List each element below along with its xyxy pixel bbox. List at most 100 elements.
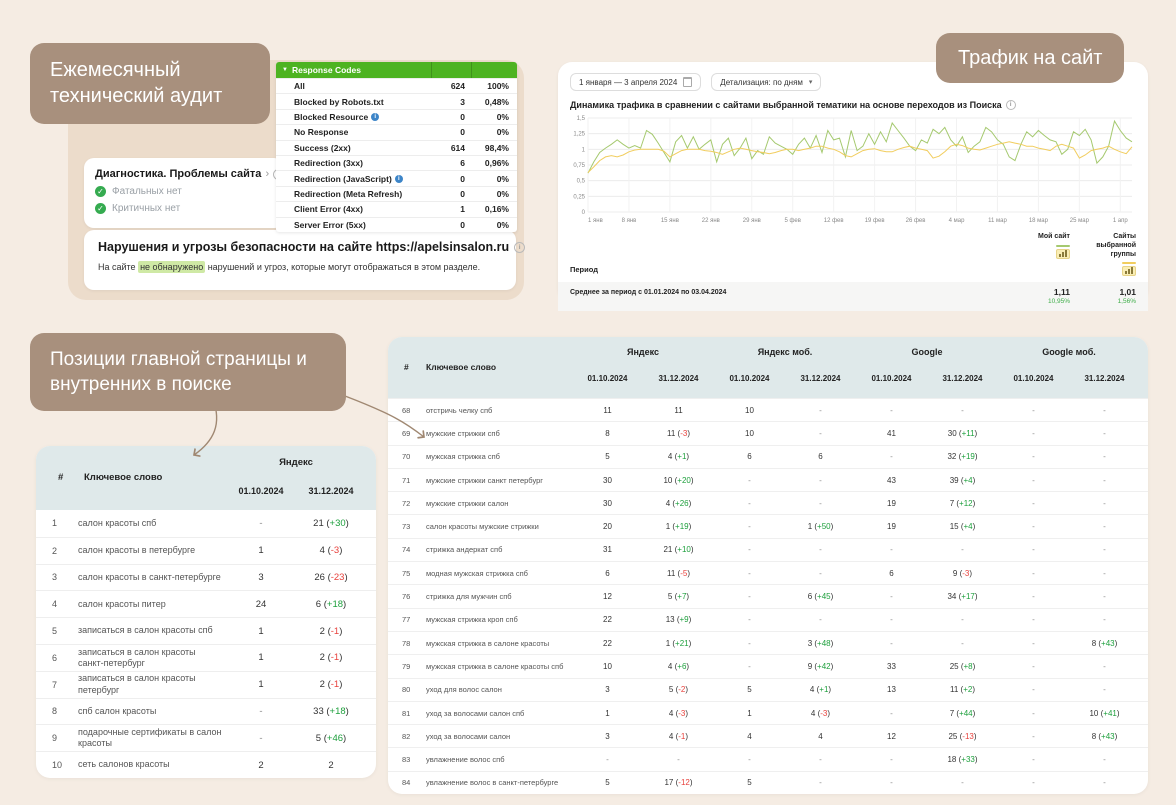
svg-text:5 фев: 5 фев — [784, 218, 800, 224]
position-value: 1 (+50) — [807, 522, 834, 532]
position-value: 6 — [889, 568, 894, 578]
position-value: 11 — [603, 405, 612, 415]
position-value: 11 (-3) — [667, 428, 690, 438]
row-number: 78 — [402, 638, 411, 648]
position-value: - — [1032, 475, 1035, 485]
svg-text:1: 1 — [582, 147, 586, 153]
position-value: - — [890, 755, 893, 765]
keyword: салон красоты в петербурге — [78, 545, 196, 556]
position-value: - — [819, 498, 822, 508]
diagnostic-item: ✓ Критичных нет — [95, 203, 273, 214]
svg-text:1,25: 1,25 — [573, 132, 585, 138]
position-value: - — [1032, 428, 1035, 438]
group-legend-icon[interactable] — [1122, 262, 1136, 277]
position-value: 21 (+30) — [313, 517, 349, 529]
keyword: мужская стрижка в салоне красоты — [426, 638, 550, 648]
group-average: 1,01 1,56% — [1080, 287, 1136, 305]
keyword: мужские стрижки салон — [426, 498, 509, 508]
position-value: 41 — [887, 428, 896, 438]
info-icon[interactable]: i — [514, 241, 526, 253]
yandex-group-header: Яндекс — [279, 457, 313, 468]
engine-group-header: Google — [911, 347, 943, 357]
position-value: 4 (+6) — [667, 661, 690, 671]
position-value: 17 (-12) — [664, 778, 693, 788]
detail-dropdown[interactable]: Детализация: по дням ▾ — [711, 73, 822, 91]
keyword-row: 1 салон красоты спб - 21 (+30) — [36, 510, 376, 537]
average-row: Среднее за период с 01.01.2024 по 03.04.… — [558, 282, 1148, 312]
response-codes-title: Response Codes — [291, 65, 361, 75]
average-label: Среднее за период с 01.01.2024 по 03.04.… — [570, 289, 727, 297]
keyword: модная мужская стрижка спб — [426, 568, 528, 578]
response-codes-header[interactable]: ▼ Response Codes — [276, 62, 517, 78]
position-value: 4 (+1) — [667, 452, 690, 462]
position-value: - — [961, 615, 964, 625]
response-code-label: Blocked by Robots.txt — [294, 96, 384, 107]
svg-text:0,5: 0,5 — [577, 179, 586, 185]
keyword: салон красоты спб — [78, 517, 157, 528]
keyword: мужская стрижка в салоне красоты спб — [426, 661, 564, 671]
svg-text:1,5: 1,5 — [577, 116, 586, 122]
num-column-header: # — [404, 362, 409, 372]
svg-text:26 фев: 26 фев — [906, 218, 926, 224]
position-value: 4 (+26) — [665, 498, 692, 508]
keyword-row: 83 увлажнение волос спб - - - - - 18 (+33) - - — [388, 747, 1148, 770]
response-code-label: All — [294, 81, 305, 92]
page: Ежемесячный технический аудит ▼ Response… — [0, 0, 1176, 805]
my-site-legend-icon[interactable] — [1056, 244, 1070, 259]
keyword: отстричь челку спб — [426, 405, 493, 415]
date-column-header: 31.12.2024 — [308, 486, 354, 496]
positions-label-text: Позиции главной страницы и внутренних в … — [50, 349, 307, 396]
chevron-right-icon: › — [265, 168, 270, 180]
row-number: 68 — [402, 405, 411, 415]
response-code-count: 614 — [450, 142, 465, 153]
date-column-header: 01.10.2024 — [1013, 374, 1054, 383]
position-value: - — [748, 755, 751, 765]
audit-section-label: Ежемесячный технический аудит — [30, 43, 270, 124]
position-value: 3 — [605, 685, 610, 695]
position-value: 3 (+48) — [807, 638, 834, 648]
security-title-row: Нарушения и угрозы безопасности на сайте… — [98, 240, 526, 254]
response-code-row: All 624 100% — [276, 78, 517, 93]
info-icon[interactable]: i — [1005, 100, 1016, 110]
keyword-row: 84 увлажнение волос в санкт-петербурге 5 17… — [388, 770, 1148, 794]
row-number: 9 — [52, 733, 58, 744]
position-value: 12 — [603, 592, 612, 602]
row-number: 72 — [402, 498, 411, 508]
position-value: - — [1032, 545, 1035, 555]
row-number: 5 — [52, 626, 58, 637]
traffic-line-chart: 1,5 1,25 1 0,75 0,5 0,25 01 янв 8 янв 15 янв 22 я… — [573, 116, 1133, 224]
engine-group-header: Google моб. — [1042, 347, 1096, 357]
response-code-percent: 0,48% — [484, 96, 509, 107]
svg-text:0,25: 0,25 — [573, 194, 585, 200]
info-icon[interactable]: i — [394, 174, 403, 183]
info-icon[interactable]: i — [371, 112, 380, 121]
keyword: мужские стрижки санкт петербург — [426, 475, 544, 485]
position-value: - — [1032, 615, 1035, 625]
position-value: 8 (+43) — [1091, 638, 1118, 648]
row-number: 3 — [52, 572, 58, 583]
svg-text:1 апр: 1 апр — [1113, 218, 1129, 224]
response-code-row: No Response 0 0% — [276, 124, 517, 139]
position-value: 43 — [887, 475, 896, 485]
row-number: 8 — [52, 706, 58, 717]
num-column-header: # — [58, 472, 64, 483]
row-number: 76 — [402, 592, 411, 602]
position-value: - — [1103, 522, 1106, 532]
row-number: 2 — [52, 545, 58, 556]
check-circle-icon: ✓ — [95, 203, 106, 214]
traffic-summary-header: Период Мой сайт Сайты выбранной группы — [570, 233, 1136, 277]
position-value: 10 (+20) — [663, 475, 694, 485]
response-code-count: 0 — [460, 173, 465, 184]
position-value: 3 — [258, 571, 264, 583]
position-value: 5 (-2) — [668, 685, 689, 695]
response-code-count: 0 — [460, 111, 465, 122]
position-value: 1 — [747, 708, 752, 718]
diagnostics-title-row[interactable]: Диагностика. Проблемы сайта › i — [95, 168, 285, 180]
keyword: уход за волосами салон — [426, 731, 511, 741]
traffic-section-label: Трафик на сайт — [936, 33, 1125, 84]
date-range-picker[interactable]: 1 января — 3 апреля 2024 — [570, 73, 702, 91]
position-value: - — [819, 778, 822, 788]
position-value: - — [890, 405, 893, 415]
svg-text:19 фев: 19 фев — [865, 218, 885, 224]
chart-title-row: Динамика трафика в сравнении с сайтами в… — [570, 100, 1136, 110]
